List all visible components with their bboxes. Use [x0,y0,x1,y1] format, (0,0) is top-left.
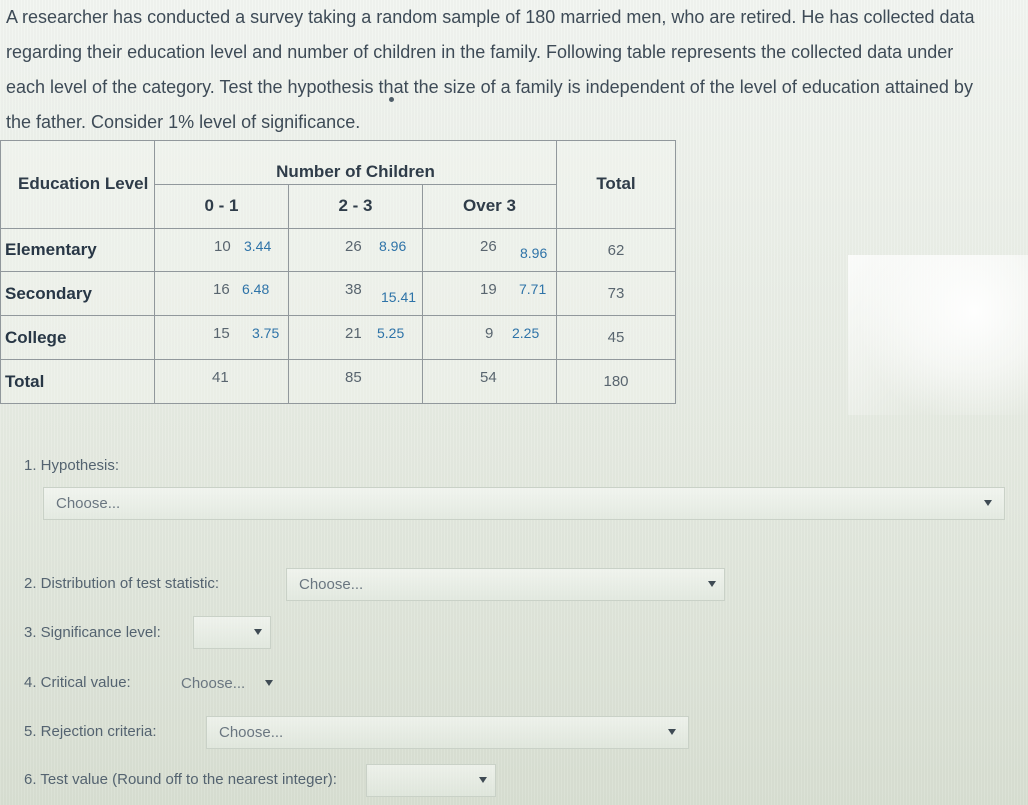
row-total-elementary: 62 [556,227,676,273]
observed-value: 9 [485,325,494,343]
cell-college-over-3: 9 2.25 [422,315,557,361]
education-level-header: Education Level [0,140,155,229]
significance-label: 3. Significance level: [24,624,161,641]
cell-secondary-over-3: 19 7.71 [422,271,557,317]
distribution-label: 2. Distribution of test statistic: [24,575,220,592]
observed-value: 16 [213,281,230,299]
table-row-secondary: Secondary 16 6.48 38 15.41 19 7.71 73 [0,271,676,317]
question-line-2: regarding their education level and numb… [6,42,954,62]
cell-secondary-0-1: 16 6.48 [154,271,289,317]
question-line-3: each level of the category. Test the hyp… [6,77,973,97]
observed-value: 10 [214,237,231,255]
grand-total: 180 [556,359,676,404]
caret-down-icon [479,777,487,783]
question-line-4: the father. Consider 1% level of signifi… [6,112,361,132]
distribution-selected-text: Choose... [299,576,364,593]
row-label-college: College [0,315,155,361]
critical-value-selected-text: Choose... [181,675,246,692]
caret-down-icon [708,581,716,587]
rejection-criteria-selected-text: Choose... [219,724,284,741]
expected-value: 2.25 [512,325,540,342]
question-text: A researcher has conducted a survey taki… [6,0,1011,140]
subheader-over-3: Over 3 [422,183,557,229]
total-value: 41 [212,369,229,387]
expected-value: 3.75 [252,325,280,342]
column-total-2-3: 85 [288,359,423,404]
expected-value: 7.71 [519,281,547,298]
expected-value: 3.44 [244,237,272,254]
row-total-college: 45 [556,315,676,361]
number-of-children-header: Number of Children [154,140,557,185]
table-row-college: College 15 3.75 21 5.25 9 2.25 45 [0,315,676,361]
hypothesis-select[interactable]: Choose... [43,487,1005,520]
observed-value: 38 [345,281,362,299]
hypothesis-label: 1. Hypothesis: [24,457,120,474]
hypothesis-selected-text: Choose... [56,495,121,512]
row-label-secondary: Secondary [0,271,155,317]
critical-value-select[interactable]: Choose... [168,667,278,700]
table-header-row: Education Level Number of Children Total [0,140,676,229]
cell-college-0-1: 15 3.75 [154,315,289,361]
observed-value: 21 [345,325,362,343]
rejection-criteria-select[interactable]: Choose... [206,716,689,749]
caret-down-icon [265,680,273,686]
observed-value: 26 [345,237,362,255]
test-value-label: 6. Test value (Round off to the nearest … [24,771,337,788]
caret-down-icon [984,500,992,506]
table-row-elementary: Elementary 10 3.44 26 8.96 26 8.96 62 [0,227,676,273]
cell-elementary-0-1: 10 3.44 [154,227,289,273]
significance-select[interactable] [193,616,271,649]
photo-glare [848,255,1028,415]
total-value: 54 [480,369,497,387]
rejection-criteria-label: 5. Rejection criteria: [24,723,157,740]
cell-college-2-3: 21 5.25 [288,315,423,361]
question-line-1: A researcher has conducted a survey taki… [6,7,975,27]
expected-value: 8.96 [520,244,548,261]
table-row-total: Total 41 85 54 180 [0,359,676,404]
distribution-select[interactable]: Choose... [286,568,725,601]
observed-value: 19 [480,281,497,299]
caret-down-icon [254,629,262,635]
cell-elementary-over-3: 26 8.96 [422,227,557,273]
expected-value: 8.96 [379,237,407,254]
row-total-secondary: 73 [556,271,676,317]
observed-value: 26 [480,237,497,255]
cell-secondary-2-3: 38 15.41 [288,271,423,317]
decorative-dot [389,97,394,102]
expected-value: 6.48 [242,281,270,298]
expected-value: 5.25 [377,325,405,342]
observed-value: 15 [213,325,230,343]
subheader-2-3: 2 - 3 [288,183,423,229]
cell-elementary-2-3: 26 8.96 [288,227,423,273]
caret-down-icon [668,729,676,735]
test-value-select[interactable] [366,764,496,797]
column-total-over-3: 54 [422,359,557,404]
expected-value: 15.41 [381,289,417,306]
row-label-elementary: Elementary [0,227,155,273]
row-label-total: Total [0,359,155,404]
column-total-0-1: 41 [154,359,289,404]
subheader-0-1: 0 - 1 [154,183,289,229]
total-header: Total [556,140,676,229]
contingency-table: Education Level Number of Children Total… [0,140,676,404]
critical-value-label: 4. Critical value: [24,674,131,691]
total-value: 85 [345,369,362,387]
